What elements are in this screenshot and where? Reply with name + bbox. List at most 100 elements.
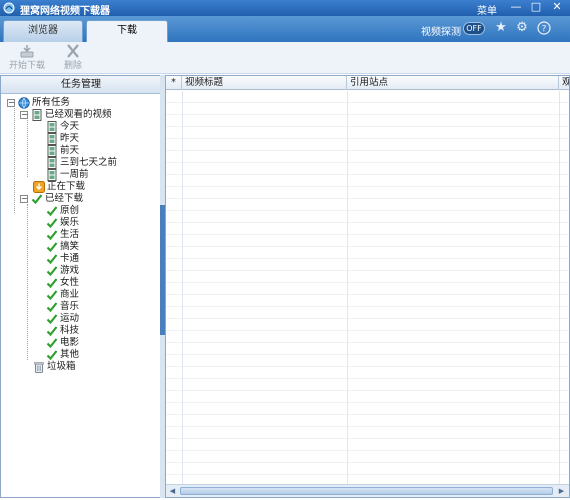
tree-item-category[interactable]: 电影	[46, 337, 146, 349]
column-header-views[interactable]: 观	[559, 76, 569, 90]
tree-item-category[interactable]: 游戏	[46, 265, 146, 277]
tree-label: 一周前	[60, 169, 89, 180]
check-icon	[46, 218, 58, 229]
tree-item-category[interactable]: 生活	[46, 229, 146, 241]
column-divider	[182, 91, 183, 484]
film-icon	[47, 145, 57, 157]
tree-label: 今天	[60, 121, 80, 132]
close-button[interactable]: ✕	[550, 1, 564, 14]
tree-connector	[14, 108, 15, 213]
collapse-toggle[interactable]: −	[20, 111, 28, 119]
tree-label: 其他	[60, 349, 80, 360]
film-icon	[32, 109, 42, 121]
tree-item-category[interactable]: 运动	[46, 313, 146, 325]
film-icon	[47, 133, 57, 145]
video-probe-toggle[interactable]: OFF	[463, 22, 485, 35]
start-download-button[interactable]: 开始下载	[6, 44, 48, 71]
delete-icon	[67, 44, 79, 58]
check-icon	[46, 314, 58, 325]
tree-item-category[interactable]: 商业	[46, 289, 146, 301]
tree-label: 垃圾箱	[47, 361, 76, 372]
collapse-toggle[interactable]: −	[20, 195, 28, 203]
tree-item-category[interactable]: 女性	[46, 277, 146, 289]
tree-connector	[27, 204, 28, 360]
film-icon	[47, 169, 57, 181]
tree-item-downloaded[interactable]: − 已经下载	[20, 193, 160, 205]
download-icon	[20, 45, 34, 58]
tree-item-category[interactable]: 搞笑	[46, 241, 146, 253]
tree-label: 商业	[60, 289, 80, 300]
check-icon	[46, 278, 58, 289]
tree-item-yesterday[interactable]: 昨天	[46, 133, 156, 145]
minimize-button[interactable]: —	[509, 1, 523, 14]
tree-item-week-ago[interactable]: 一周前	[46, 169, 156, 181]
tree-item-today[interactable]: 今天	[46, 121, 156, 133]
tree-label: 电影	[60, 337, 80, 348]
tree-label: 生活	[60, 229, 80, 240]
tree-label: 已经观看的视频	[45, 109, 112, 120]
grid-body[interactable]	[166, 91, 569, 484]
star-icon[interactable]: ★	[494, 21, 508, 35]
check-icon	[46, 206, 58, 217]
tree-label: 游戏	[60, 265, 80, 276]
help-icon[interactable]: ?	[537, 21, 551, 35]
delete-button[interactable]: 删除	[60, 44, 86, 71]
check-icon	[46, 338, 58, 349]
column-header-marker[interactable]: *	[166, 76, 182, 90]
check-icon	[46, 326, 58, 337]
check-icon	[46, 242, 58, 253]
column-header-source[interactable]: 引用站点	[347, 76, 559, 90]
tree-label: 原创	[60, 205, 80, 216]
app-logo-icon	[3, 2, 15, 14]
scroll-right-icon[interactable]: ▶	[556, 486, 567, 496]
title-bar: 狸窝网络视频下载器 菜单 — □ ✕	[0, 0, 570, 17]
toolbar: 开始下载 删除	[0, 42, 570, 74]
maximize-button[interactable]: □	[529, 1, 543, 14]
tree-label: 搞笑	[60, 241, 80, 252]
scrollbar-thumb[interactable]	[180, 487, 553, 495]
tree-item-trash[interactable]: 垃圾箱	[33, 361, 143, 373]
tree-item-category[interactable]: 原创	[46, 205, 146, 217]
column-divider	[559, 91, 560, 484]
film-icon	[47, 121, 57, 133]
tab-browser[interactable]: 浏览器	[3, 20, 83, 42]
tree-connector	[27, 120, 28, 177]
check-icon	[46, 302, 58, 313]
tree-item-3-to-7-days[interactable]: 三到七天之前	[46, 157, 156, 169]
tree-item-category[interactable]: 其他	[46, 349, 146, 361]
gear-icon[interactable]: ⚙	[515, 21, 529, 35]
horizontal-scrollbar[interactable]: ◀ ▶	[166, 484, 569, 497]
tree-label: 已经下载	[45, 193, 84, 204]
task-panel-title: 任务管理	[1, 76, 161, 94]
check-icon	[46, 266, 58, 277]
collapse-toggle[interactable]: −	[7, 99, 15, 107]
tree-item-all-tasks[interactable]: − 所有任务	[7, 97, 157, 109]
start-download-label: 开始下载	[8, 61, 45, 71]
tree-label: 科技	[60, 325, 80, 336]
grid-header: * 视频标题 引用站点 观	[166, 76, 569, 90]
window-title: 狸窝网络视频下载器	[20, 6, 110, 17]
svg-text:?: ?	[542, 25, 547, 35]
trash-icon	[34, 362, 44, 373]
check-icon	[46, 350, 58, 361]
column-divider	[347, 91, 348, 484]
tree-item-downloading[interactable]: 正在下载	[33, 181, 153, 193]
tree-item-category[interactable]: 娱乐	[46, 217, 146, 229]
tree-item-day-before[interactable]: 前天	[46, 145, 156, 157]
tree-label: 前天	[60, 145, 80, 156]
tree-item-category[interactable]: 科技	[46, 325, 146, 337]
tree-label: 女性	[60, 277, 80, 288]
menu-button[interactable]: 菜单	[477, 2, 497, 17]
check-icon	[46, 230, 58, 241]
tree-item-watched[interactable]: − 已经观看的视频	[20, 109, 160, 121]
globe-icon	[18, 97, 30, 109]
download-list: * 视频标题 引用站点 观 ◀ ▶	[165, 75, 570, 498]
tree-label: 正在下载	[47, 181, 86, 192]
tree-item-category[interactable]: 卡通	[46, 253, 146, 265]
tab-download[interactable]: 下载	[86, 20, 168, 42]
check-icon	[46, 290, 58, 301]
tree-item-category[interactable]: 音乐	[46, 301, 146, 313]
column-header-title[interactable]: 视频标题	[182, 76, 347, 90]
scroll-left-icon[interactable]: ◀	[167, 486, 178, 496]
tree-label: 卡通	[60, 253, 80, 264]
